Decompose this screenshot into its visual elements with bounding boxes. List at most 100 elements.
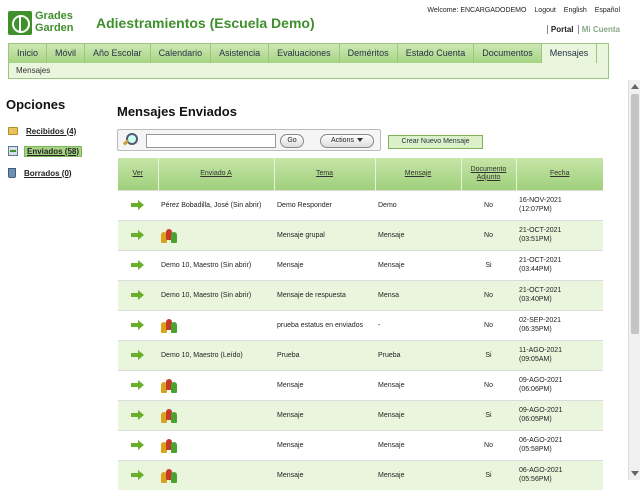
view-arrow-icon[interactable] xyxy=(131,260,145,270)
tema-cell: Mensaje de respuesta xyxy=(274,279,375,310)
tab-móvil[interactable]: Móvil xyxy=(47,44,86,63)
tab-deméritos[interactable]: Deméritos xyxy=(339,44,398,63)
fecha-time: (06:05PM) xyxy=(519,416,552,423)
fecha-date: 21-OCT-2021 xyxy=(519,287,562,294)
col-header-tema[interactable]: Tema xyxy=(273,158,375,190)
fecha-cell: 21-OCT-2021 (03:40PM) xyxy=(516,279,603,310)
portal-switch: Portal Mi Cuenta xyxy=(546,25,620,34)
scroll-down-icon[interactable] xyxy=(631,471,639,476)
mi-cuenta-link[interactable]: Mi Cuenta xyxy=(577,25,620,34)
adjunto-cell: No xyxy=(461,189,516,220)
scroll-up-icon[interactable] xyxy=(631,84,639,89)
search-toolbar: Go Actions xyxy=(117,129,381,151)
tab-calendario[interactable]: Calendario xyxy=(150,44,212,63)
recipient-cell: Demo 10, Maestro (Sin abrir) xyxy=(158,279,274,310)
recipient-cell: Demo 10, Maestro (Leído) xyxy=(158,339,274,370)
english-link[interactable]: English xyxy=(564,7,587,14)
adjunto-cell: No xyxy=(461,279,516,310)
tab-evaluaciones[interactable]: Evaluaciones xyxy=(269,44,340,63)
spanish-link[interactable]: Español xyxy=(595,7,620,14)
group-icon xyxy=(161,406,179,424)
view-cell xyxy=(118,339,158,370)
fecha-cell: 09-AGO-2021 (06:05PM) xyxy=(516,399,603,430)
logout-link[interactable]: Logout xyxy=(534,7,555,14)
table-row: Demo 10, Maestro (Leído) Prueba Prueba Si 11… xyxy=(118,339,603,370)
grades-garden-logo[interactable]: Grades Garden xyxy=(8,9,90,37)
new-message-button[interactable]: Crear Nuevo Mensaje xyxy=(388,135,483,149)
fecha-time: (05:58PM) xyxy=(519,446,552,453)
fecha-date: 16-NOV-2021 xyxy=(519,197,562,204)
sent-icon xyxy=(8,146,18,156)
vertical-scrollbar[interactable] xyxy=(628,80,640,480)
group-icon xyxy=(161,466,179,484)
tab-documentos[interactable]: Documentos xyxy=(474,44,542,63)
view-arrow-icon[interactable] xyxy=(131,410,145,420)
col-header-mensaje[interactable]: Mensaje xyxy=(374,158,461,190)
recipient-cell: Pérez Bobadilla, José (Sin abrir) xyxy=(158,189,274,220)
view-cell xyxy=(118,459,158,490)
recipient-text: Demo 10, Maestro (Sin abrir) xyxy=(161,291,252,299)
fecha-time: (09:05AM) xyxy=(519,356,552,363)
view-cell xyxy=(118,369,158,400)
tema-cell: Prueba xyxy=(274,339,375,370)
logo-icon xyxy=(8,11,32,35)
logo-line-1: Grades xyxy=(35,10,73,22)
recipient-cell xyxy=(158,399,274,430)
go-button[interactable]: Go xyxy=(280,134,304,148)
fecha-time: (06:35PM) xyxy=(519,326,552,333)
view-arrow-icon[interactable] xyxy=(131,230,145,240)
recipient-cell xyxy=(158,309,274,340)
view-arrow-icon[interactable] xyxy=(131,380,145,390)
col-header-enviado-a[interactable]: Enviado A xyxy=(157,158,274,190)
fecha-cell: 06-AGO-2021 (05:56PM) xyxy=(516,459,603,490)
fecha-cell: 11-AGO-2021 (09:05AM) xyxy=(516,339,603,370)
fecha-time: (03:51PM) xyxy=(519,236,552,243)
fecha-date: 21-OCT-2021 xyxy=(519,257,562,264)
tab-asistencia[interactable]: Asistencia xyxy=(211,44,270,63)
sidebar-item-label[interactable]: Enviados (58) xyxy=(24,145,83,157)
mensaje-cell: Mensaje xyxy=(375,369,461,400)
subnav-mensajes[interactable]: Mensajes xyxy=(16,66,50,75)
folder-icon xyxy=(8,127,18,135)
table-row: prueba estatus en enviados - No 02-SEP-2021… xyxy=(118,309,603,340)
search-input[interactable] xyxy=(146,134,276,148)
group-icon xyxy=(161,316,179,334)
magnifier-icon xyxy=(122,133,138,147)
fecha-date: 21-OCT-2021 xyxy=(519,227,562,234)
view-arrow-icon[interactable] xyxy=(131,440,145,450)
tab-mensajes[interactable]: Mensajes xyxy=(541,44,598,63)
welcome-text: Welcome: ENCARGADODEMO xyxy=(427,7,527,14)
actions-button[interactable]: Actions xyxy=(320,134,374,148)
tema-cell: Mensaje xyxy=(274,369,375,400)
view-arrow-icon[interactable] xyxy=(131,470,145,481)
sidebar-item-label[interactable]: Recibidos (4) xyxy=(24,127,78,136)
sidebar-item-label[interactable]: Borrados (0) xyxy=(22,169,74,178)
col-header-documento-adjunto[interactable]: Documento Adjunto xyxy=(460,158,516,190)
col-header-ver[interactable]: Ver xyxy=(118,158,158,190)
view-arrow-icon[interactable] xyxy=(131,200,145,210)
scroll-thumb[interactable] xyxy=(631,94,639,334)
recipient-cell: Demo 10, Maestro (Sin abrir) xyxy=(158,249,274,280)
col-header-fecha[interactable]: Fecha xyxy=(515,158,603,190)
view-arrow-icon[interactable] xyxy=(131,350,145,360)
recipient-text: Demo 10, Maestro (Leído) xyxy=(161,351,243,359)
portal-link[interactable]: Portal xyxy=(546,25,574,34)
table-row: Pérez Bobadilla, José (Sin abrir) Demo Re… xyxy=(118,189,603,220)
tema-cell: Mensaje xyxy=(274,429,375,460)
mensaje-cell: Mensa xyxy=(375,279,461,310)
fecha-date: 06-AGO-2021 xyxy=(519,437,563,444)
main-nav: Inicio Móvil Año Escolar Calendario Asistenc… xyxy=(8,43,609,79)
sidebar-item-borrados[interactable]: Borrados (0) xyxy=(8,167,74,179)
tab-estado-cuenta[interactable]: Estado Cuenta xyxy=(397,44,475,63)
mensaje-cell: - xyxy=(375,309,461,340)
view-arrow-icon[interactable] xyxy=(131,320,145,330)
sidebar-item-recibidos[interactable]: Recibidos (4) xyxy=(8,125,78,137)
fecha-time: (03:44PM) xyxy=(519,266,552,273)
table-row: Demo 10, Maestro (Sin abrir) Mensaje Mensa… xyxy=(118,249,603,280)
tab-inicio[interactable]: Inicio xyxy=(9,44,48,63)
sidebar-item-enviados[interactable]: Enviados (58) xyxy=(8,145,83,157)
nav-tabs: Inicio Móvil Año Escolar Calendario Asistenc… xyxy=(9,44,598,63)
view-arrow-icon[interactable] xyxy=(131,290,145,300)
tab-año-escolar[interactable]: Año Escolar xyxy=(85,44,151,63)
adjunto-cell: Si xyxy=(461,459,516,490)
